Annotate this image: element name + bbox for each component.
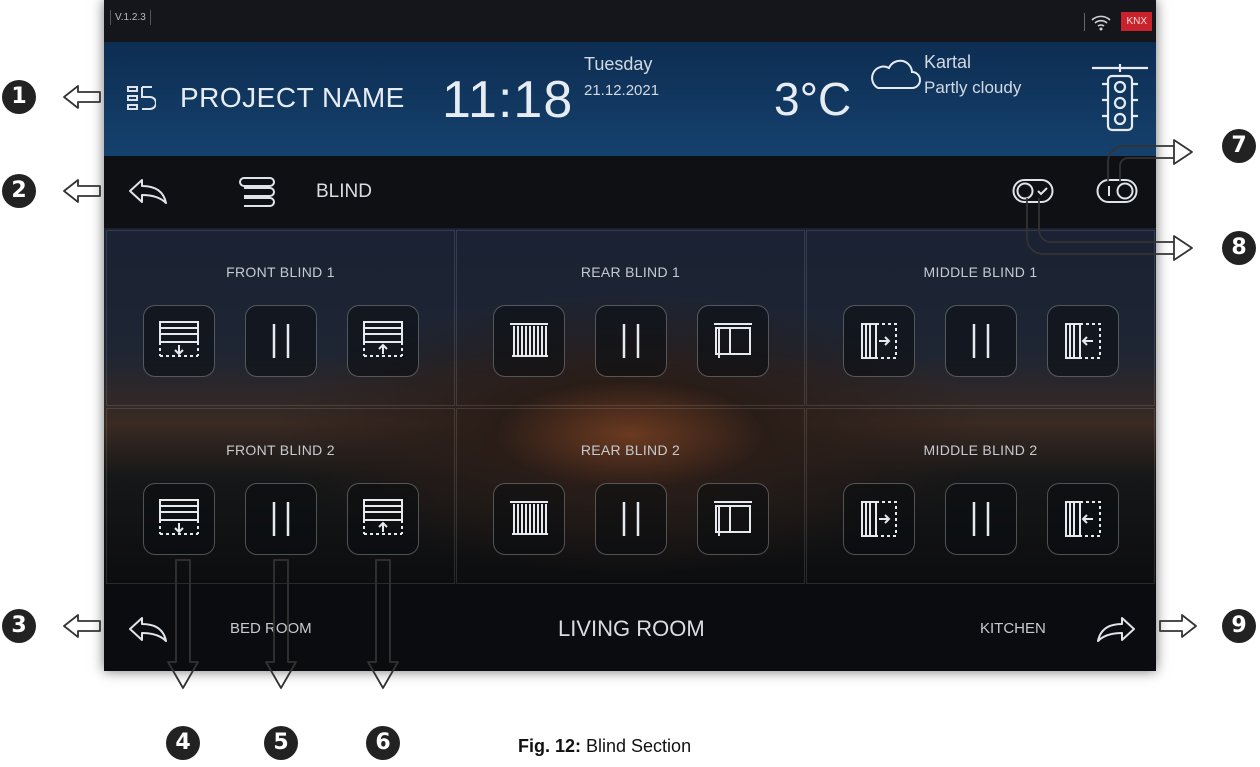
sliding-open-button[interactable] bbox=[1047, 483, 1119, 555]
callout-arrow-3 bbox=[63, 614, 101, 638]
roller-down-icon bbox=[159, 321, 199, 357]
pause-icon bbox=[272, 502, 290, 536]
callout-arrow-8 bbox=[1173, 235, 1193, 261]
blind-card: REAR BLIND 1 bbox=[456, 230, 805, 406]
version-label: V.1.2.3 bbox=[110, 10, 151, 25]
caption-label: Fig. 12: bbox=[518, 736, 582, 756]
blind-name: MIDDLE BLIND 2 bbox=[923, 442, 1038, 458]
section-title: BLIND bbox=[316, 181, 372, 202]
pause-icon bbox=[622, 502, 640, 536]
callout-number-1: 1 bbox=[2, 80, 36, 114]
pause-button[interactable] bbox=[595, 483, 667, 555]
pause-button[interactable] bbox=[945, 305, 1017, 377]
pause-button[interactable] bbox=[945, 483, 1017, 555]
callout-number-2: 2 bbox=[2, 174, 36, 208]
roller-up-icon bbox=[363, 499, 403, 535]
vertical-close-icon bbox=[510, 323, 548, 357]
temperature: 3°C bbox=[774, 73, 852, 125]
menu-icon[interactable] bbox=[126, 82, 156, 116]
cloud-icon bbox=[871, 59, 921, 89]
callout-number-7: 7 bbox=[1222, 129, 1256, 163]
roller-up-button[interactable] bbox=[347, 305, 419, 377]
room-navigation: BED ROOM LIVING ROOM KITCHEN bbox=[104, 584, 1156, 671]
knx-badge: KNX bbox=[1121, 12, 1152, 31]
sliding-open-button[interactable] bbox=[1047, 305, 1119, 377]
callout-number-9: 9 bbox=[1222, 609, 1256, 643]
wifi-icon bbox=[1084, 13, 1112, 31]
date-label: 21.12.2021 bbox=[584, 82, 660, 99]
section-bar: BLIND bbox=[104, 156, 1156, 228]
callout-number-3: 3 bbox=[2, 609, 36, 643]
blind-grid: FRONT BLIND 1 REAR BLIND 1 MIDDLE BLIND 1 F… bbox=[104, 228, 1156, 584]
callout-number-4: 4 bbox=[166, 726, 200, 760]
vertical-close-button[interactable] bbox=[493, 305, 565, 377]
blind-name: FRONT BLIND 2 bbox=[226, 442, 335, 458]
pause-icon bbox=[972, 324, 990, 358]
roller-down-icon bbox=[159, 499, 199, 535]
callout-arrow-7 bbox=[1173, 139, 1193, 165]
next-room-arrow-icon[interactable] bbox=[1094, 614, 1138, 644]
blind-name: REAR BLIND 2 bbox=[580, 442, 681, 458]
callout-arrow-1 bbox=[63, 85, 101, 109]
blind-name: MIDDLE BLIND 1 bbox=[923, 264, 1038, 280]
blind-name: REAR BLIND 1 bbox=[580, 264, 681, 280]
clock: 11:18 bbox=[442, 71, 574, 129]
callout-arrow-9 bbox=[1159, 614, 1197, 638]
status-bar: V.1.2.3 KNX bbox=[104, 0, 1156, 42]
next-room-label[interactable]: KITCHEN bbox=[980, 620, 1046, 637]
on-off-toggle-icon[interactable] bbox=[1096, 178, 1138, 204]
vertical-open-button[interactable] bbox=[697, 305, 769, 377]
callout-arrow-2 bbox=[63, 179, 101, 203]
check-toggle-icon[interactable] bbox=[1012, 178, 1054, 204]
traffic-light-icon[interactable] bbox=[1088, 62, 1152, 134]
pause-button[interactable] bbox=[245, 483, 317, 555]
control-panel: V.1.2.3 KNX PROJECT NAME 11:18 Tuesday 2… bbox=[104, 0, 1156, 671]
previous-room-label[interactable]: BED ROOM bbox=[230, 620, 312, 637]
pause-button[interactable] bbox=[245, 305, 317, 377]
blind-card: FRONT BLIND 1 bbox=[106, 230, 455, 406]
vertical-open-icon bbox=[714, 323, 752, 358]
weather-condition: Partly cloudy bbox=[924, 78, 1022, 97]
roller-up-button[interactable] bbox=[347, 483, 419, 555]
callout-number-5: 5 bbox=[264, 726, 298, 760]
sliding-close-button[interactable] bbox=[843, 483, 915, 555]
project-name: PROJECT NAME bbox=[180, 82, 405, 113]
day-label: Tuesday bbox=[584, 54, 653, 74]
figure-caption: Fig. 12: Blind Section bbox=[518, 736, 691, 757]
sliding-close-button[interactable] bbox=[843, 305, 915, 377]
blind-card: MIDDLE BLIND 2 bbox=[806, 408, 1155, 584]
current-room-label: LIVING ROOM bbox=[558, 616, 705, 641]
callout-number-8: 8 bbox=[1222, 231, 1256, 265]
vertical-open-button[interactable] bbox=[697, 483, 769, 555]
sliding-open-icon bbox=[1065, 323, 1101, 359]
sliding-close-icon bbox=[861, 501, 897, 537]
back-arrow-icon[interactable] bbox=[126, 176, 170, 206]
callout-number-6: 6 bbox=[366, 726, 400, 760]
blind-card: MIDDLE BLIND 1 bbox=[806, 230, 1155, 406]
roller-down-button[interactable] bbox=[143, 305, 215, 377]
header: PROJECT NAME 11:18 Tuesday 21.12.2021 3°… bbox=[104, 42, 1156, 156]
pause-icon bbox=[272, 324, 290, 358]
blind-icon bbox=[239, 177, 275, 207]
caption-text: Blind Section bbox=[581, 736, 692, 756]
roller-up-icon bbox=[363, 321, 403, 357]
pause-icon bbox=[972, 502, 990, 536]
pause-button[interactable] bbox=[595, 305, 667, 377]
blind-card: FRONT BLIND 2 bbox=[106, 408, 455, 584]
vertical-close-button[interactable] bbox=[493, 483, 565, 555]
blind-name: FRONT BLIND 1 bbox=[226, 264, 335, 280]
roller-down-button[interactable] bbox=[143, 483, 215, 555]
blind-card: REAR BLIND 2 bbox=[456, 408, 805, 584]
previous-room-arrow-icon[interactable] bbox=[126, 614, 170, 644]
sliding-open-icon bbox=[1065, 501, 1101, 537]
sliding-close-icon bbox=[861, 323, 897, 359]
city-label: Kartal bbox=[924, 52, 972, 72]
vertical-close-icon bbox=[510, 501, 548, 535]
pause-icon bbox=[622, 324, 640, 358]
vertical-open-icon bbox=[714, 501, 752, 536]
